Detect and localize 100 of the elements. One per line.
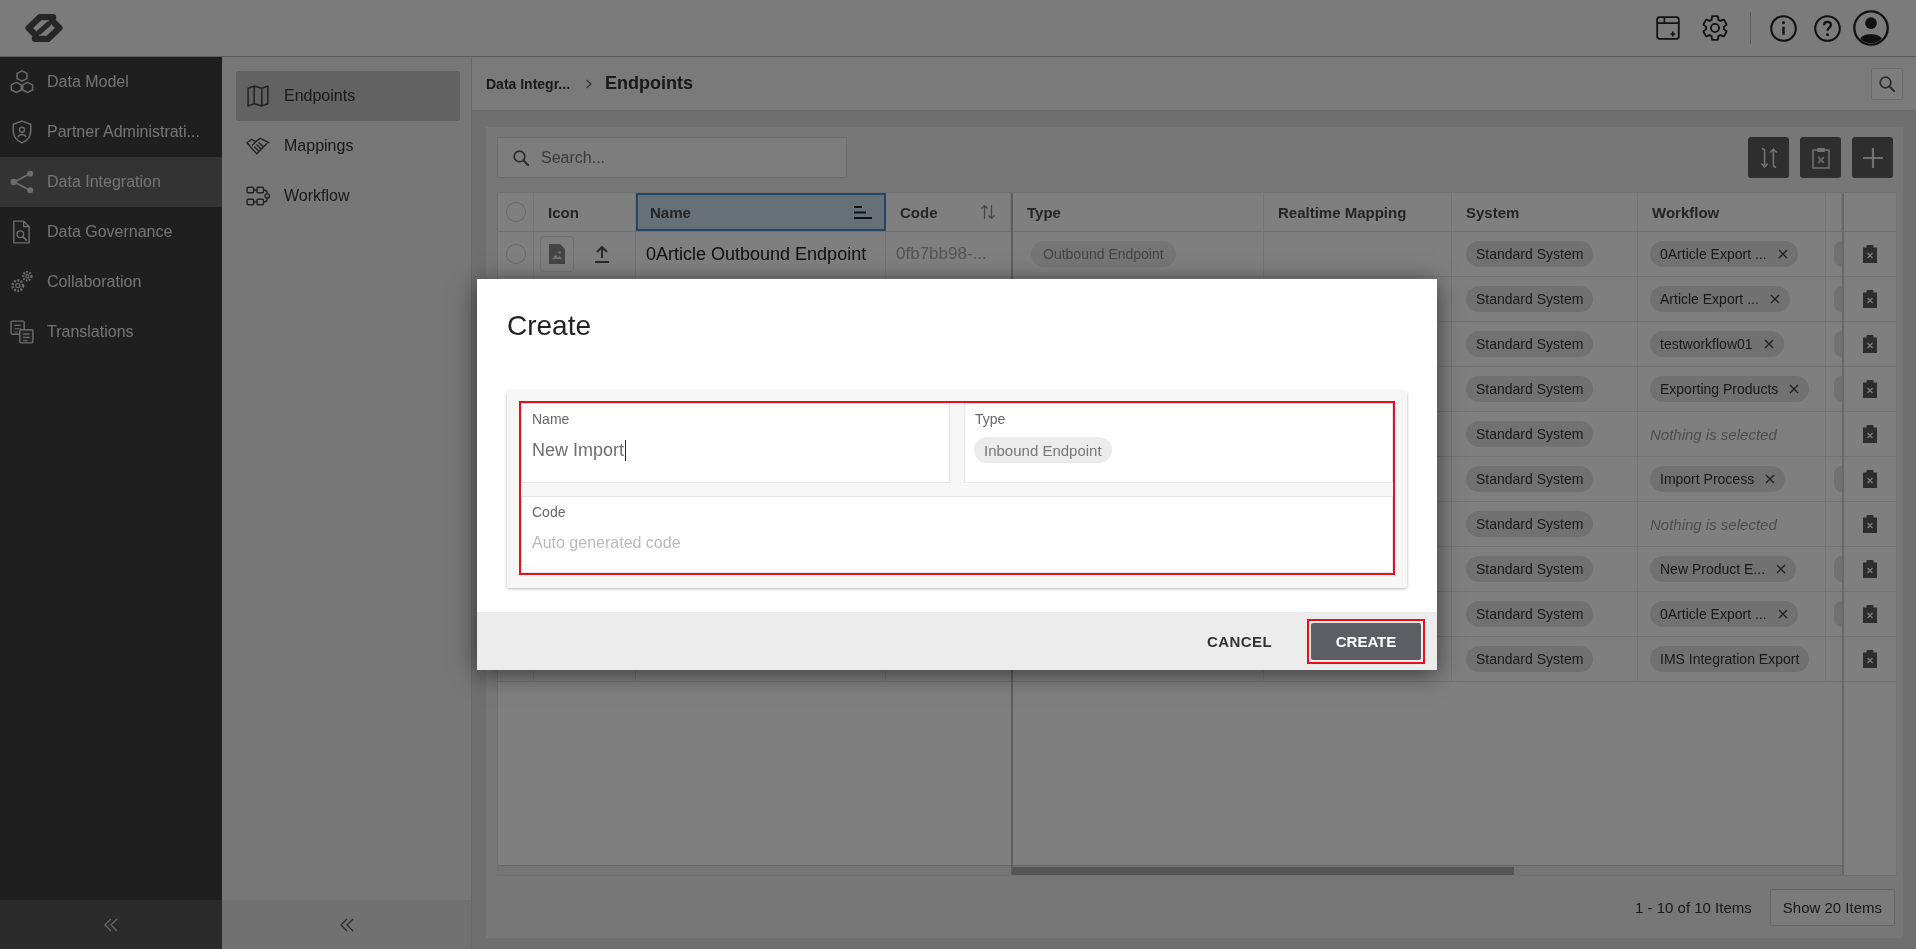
search-field[interactable]: Search... xyxy=(497,137,847,178)
dialog-title: Create xyxy=(507,309,592,343)
cancel-button[interactable]: CANCEL xyxy=(1191,622,1288,660)
image-file-icon xyxy=(540,236,574,272)
user-avatar-icon xyxy=(1853,10,1889,46)
gears-icon xyxy=(10,270,34,294)
close-icon[interactable] xyxy=(1777,249,1788,259)
box-button[interactable] xyxy=(1656,16,1680,40)
breadcrumb-current: Endpoints xyxy=(605,73,694,94)
breadcrumb-link[interactable]: Data Integr... xyxy=(486,75,571,92)
shield-icon xyxy=(10,120,34,144)
workflow-chip[interactable]: 0Article Export ... xyxy=(1650,601,1798,627)
sidebar-item[interactable]: Data Integration xyxy=(0,157,222,207)
clipboard-x-icon[interactable] xyxy=(1863,470,1877,488)
double-chevron-left-icon xyxy=(338,917,355,932)
workflow-chip[interactable]: IMS Integration Export xyxy=(1650,646,1810,672)
flowchart-icon xyxy=(246,185,270,207)
search-icon xyxy=(1879,75,1895,92)
field-label: Name xyxy=(532,411,570,428)
column-header[interactable]: Name xyxy=(636,193,886,231)
workflow-chip[interactable]: Article Export ... xyxy=(1650,286,1790,312)
system-chip: Standard System xyxy=(1466,421,1594,447)
sidebar-item[interactable]: Translations xyxy=(0,307,222,357)
box-icon xyxy=(1656,16,1680,40)
sidebar-item[interactable]: Collaboration xyxy=(0,257,222,307)
workflow-chip[interactable]: Import Process xyxy=(1650,466,1786,492)
show-more-button[interactable]: Show 20 Items xyxy=(1769,888,1895,926)
close-icon[interactable] xyxy=(1765,474,1776,484)
share-nodes-icon xyxy=(10,170,34,194)
upload-icon[interactable] xyxy=(594,245,610,263)
scrollbar-track[interactable] xyxy=(498,865,1011,875)
system-chip: Standard System xyxy=(1466,466,1594,492)
search-button[interactable] xyxy=(1871,67,1903,100)
map-icon xyxy=(246,85,270,107)
clipboard-x-icon xyxy=(1809,146,1832,169)
scrollbar-thumb[interactable] xyxy=(1013,866,1514,875)
workflow-chip[interactable]: 0Article Export ... xyxy=(1650,241,1798,267)
page-info: 1 - 10 of 10 Items xyxy=(1635,898,1752,916)
column-header[interactable]: Type xyxy=(1013,193,1264,231)
subnav-item[interactable]: Workflow xyxy=(236,171,460,221)
clipboard-x-icon[interactable] xyxy=(1863,650,1877,668)
info-icon xyxy=(1770,14,1797,42)
sort-arrows-icon xyxy=(980,204,996,220)
sort-icon xyxy=(853,204,872,220)
field-label: Code xyxy=(532,504,566,521)
clipboard-x-icon[interactable] xyxy=(1863,245,1877,263)
type-field[interactable]: Type Inbound Endpoint xyxy=(964,403,1393,483)
subnav-item[interactable]: Mappings xyxy=(236,121,460,171)
workflow-chip[interactable]: Exporting Products xyxy=(1650,376,1810,402)
delete-button[interactable] xyxy=(1800,137,1841,178)
code-field[interactable]: Code Auto generated code xyxy=(521,496,1393,573)
scrollbar-track[interactable] xyxy=(1013,865,1842,875)
system-chip: Standard System xyxy=(1466,511,1594,537)
field-label: Type xyxy=(975,411,1006,428)
swap-button[interactable] xyxy=(1748,137,1789,178)
clipboard-x-icon[interactable] xyxy=(1863,605,1877,623)
close-icon[interactable] xyxy=(1776,564,1787,574)
name-field[interactable]: Name New Import xyxy=(521,403,950,483)
system-chip: Standard System xyxy=(1466,556,1594,582)
column-header[interactable]: Workflow xyxy=(1638,193,1826,231)
add-button[interactable] xyxy=(1852,137,1893,178)
clipboard-x-icon[interactable] xyxy=(1863,290,1877,308)
clipboard-x-icon[interactable] xyxy=(1863,560,1877,578)
cubes-icon xyxy=(10,70,34,94)
system-chip: Standard System xyxy=(1466,331,1594,357)
chevron-right-icon xyxy=(585,78,594,89)
system-chip: Standard System xyxy=(1466,376,1594,402)
help-icon xyxy=(1814,14,1841,42)
column-header[interactable]: Code xyxy=(886,193,1011,231)
system-chip: Standard System xyxy=(1466,601,1594,627)
overlapping-squares-icon xyxy=(10,320,34,344)
clipboard-x-icon[interactable] xyxy=(1863,515,1877,533)
table-cell: 0Article Outbound Endpoint xyxy=(646,243,867,265)
close-icon[interactable] xyxy=(1769,294,1780,304)
clipboard-x-icon[interactable] xyxy=(1863,335,1877,353)
sidebar-item[interactable]: Data Governance xyxy=(0,207,222,257)
logo-icon[interactable] xyxy=(22,12,66,44)
plus-icon xyxy=(1861,146,1884,169)
create-button[interactable]: CREATE xyxy=(1311,622,1421,660)
subnav-item[interactable]: Endpoints xyxy=(236,71,460,121)
column-header[interactable]: Realtime Mapping xyxy=(1264,193,1452,231)
double-chevron-left-icon xyxy=(103,917,119,932)
close-icon[interactable] xyxy=(1789,384,1800,394)
clipboard-x-icon[interactable] xyxy=(1863,380,1877,398)
close-icon[interactable] xyxy=(1763,339,1774,349)
sidebar-item[interactable]: Data Model xyxy=(0,57,222,107)
search-icon xyxy=(513,149,529,166)
sidebar-item[interactable]: Partner Administrati... xyxy=(0,107,222,157)
close-icon[interactable] xyxy=(1777,609,1788,619)
row-checkbox[interactable] xyxy=(505,244,526,264)
system-chip: Standard System xyxy=(1466,286,1594,312)
workflow-chip[interactable]: New Product E... xyxy=(1650,556,1797,582)
system-chip: Standard System xyxy=(1466,646,1594,672)
system-chip: Standard System xyxy=(1466,241,1594,267)
settings-icon xyxy=(1702,15,1728,41)
clipboard-x-icon[interactable] xyxy=(1863,425,1877,443)
workflow-chip[interactable]: testworkflow01 xyxy=(1650,331,1784,357)
selected-chip[interactable]: Inbound Endpoint xyxy=(974,437,1112,463)
handshake-icon xyxy=(246,135,270,157)
column-header[interactable]: System xyxy=(1452,193,1638,231)
